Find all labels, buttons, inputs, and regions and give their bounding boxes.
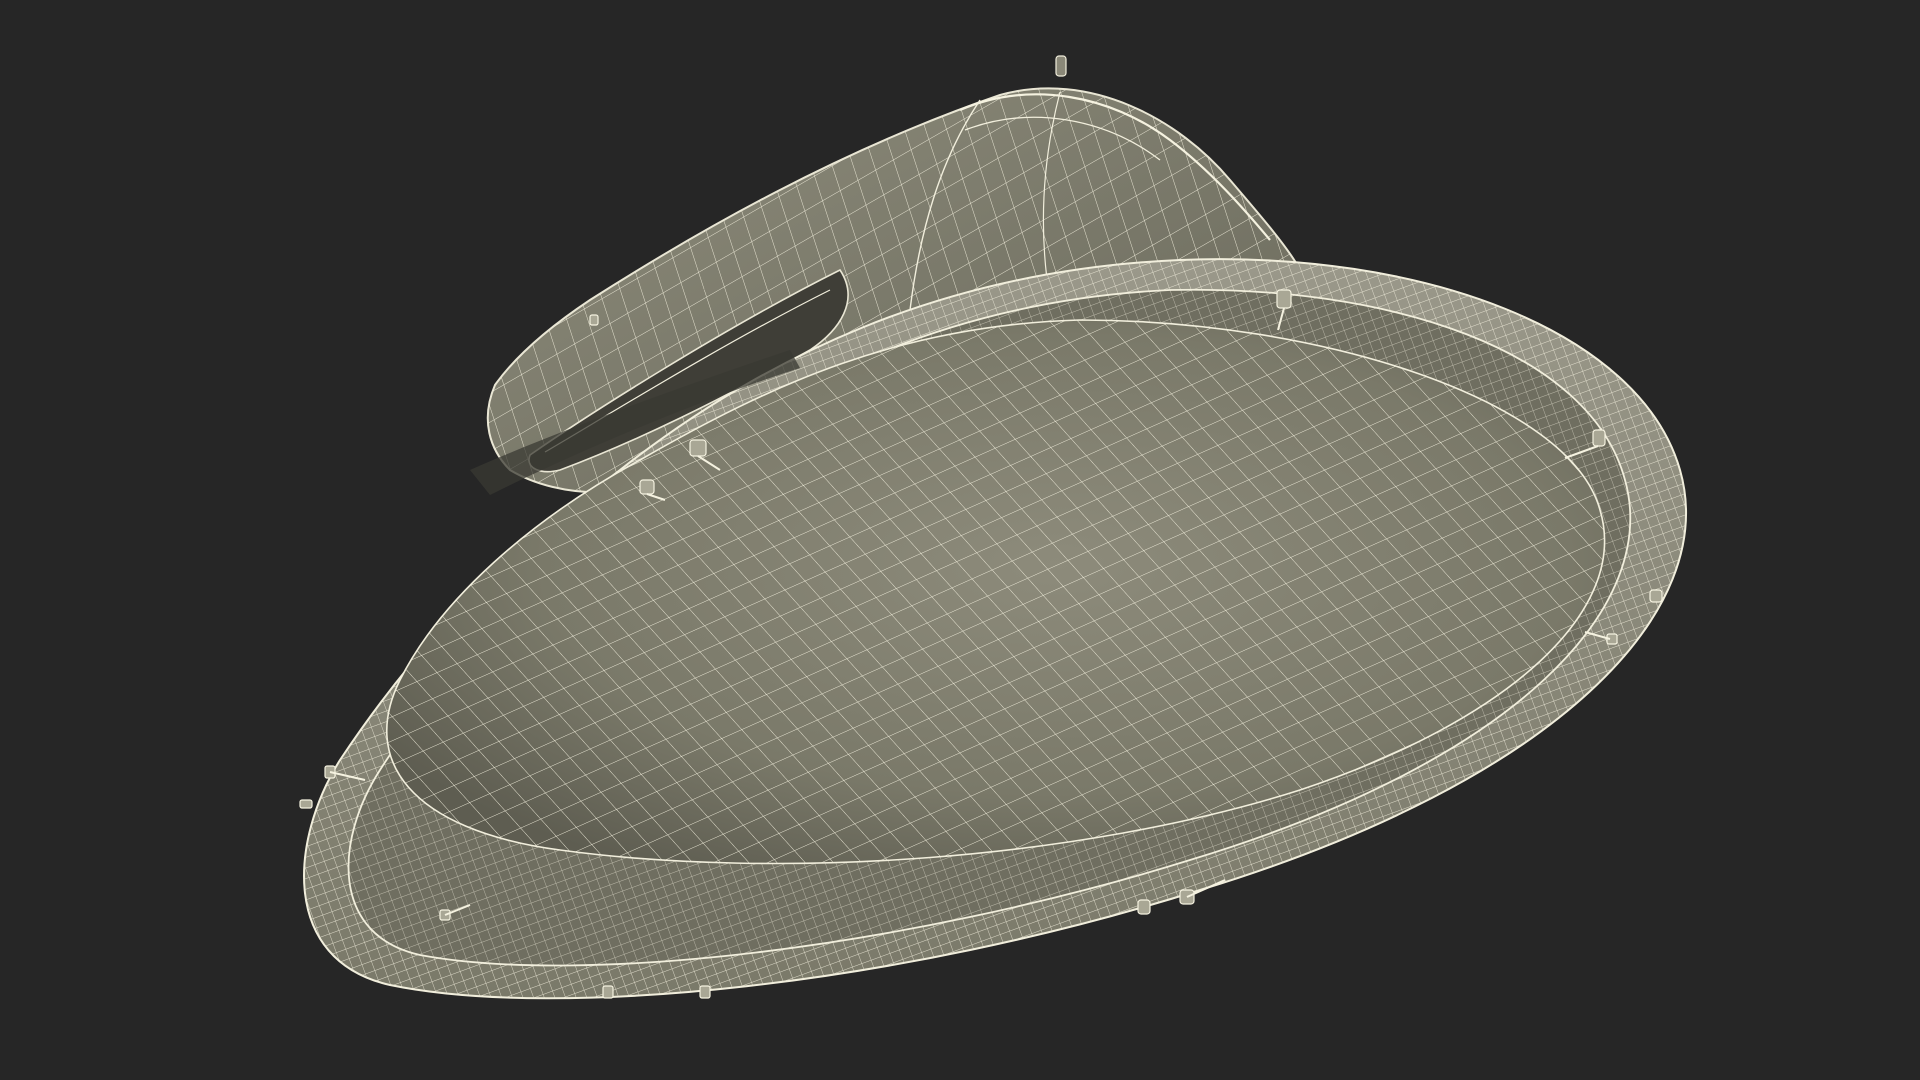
clip-icon xyxy=(299,799,313,809)
clip-icon xyxy=(589,314,599,326)
render-viewport xyxy=(0,0,1920,1080)
clip-icon xyxy=(602,985,614,999)
wireframe-render xyxy=(299,55,1687,1000)
clip-icon xyxy=(1137,899,1151,915)
clip-icon xyxy=(1649,589,1663,603)
clip-icon xyxy=(699,985,711,999)
